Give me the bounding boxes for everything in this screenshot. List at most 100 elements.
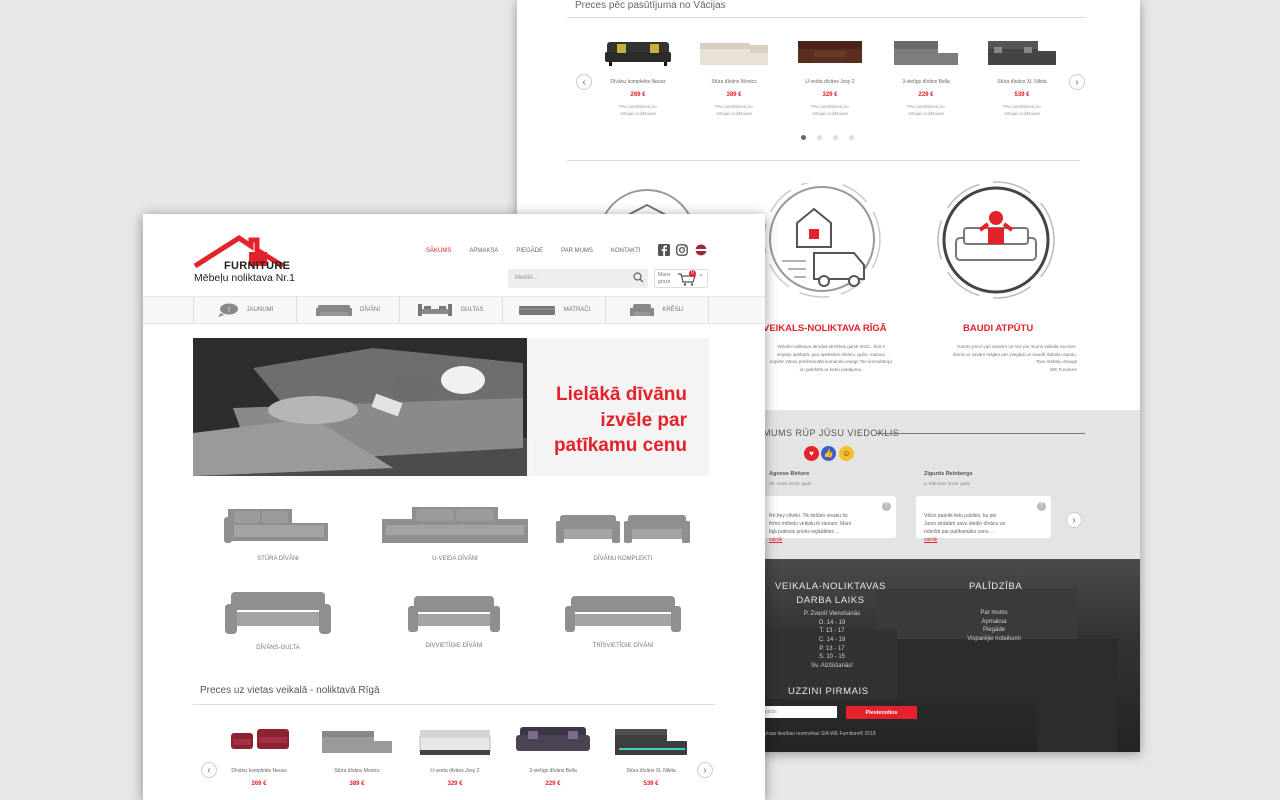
footer-link[interactable]: Piegāde: [954, 626, 1034, 635]
hero-banner[interactable]: Lielākā dīvānu izvēle par patīkamu cenu: [193, 338, 709, 476]
carousel-dot[interactable]: [817, 135, 822, 140]
product-carousel-germany: Dīvānu komplekts Neuss 269 € Pēc pasūtīj…: [590, 30, 1070, 118]
sofa-type-label: DĪVĀNU KOMPLEKTI: [593, 556, 653, 562]
product-card[interactable]: Stūra dīvāns XL Nikita 539 €: [602, 719, 700, 787]
logo-badge: WE: [345, 250, 357, 257]
cart-label: Mans grozs: [658, 272, 671, 285]
footer-link[interactable]: Visparējie noteikumi: [954, 635, 1034, 644]
carousel-dot[interactable]: [849, 135, 854, 140]
nav-item-contacts[interactable]: KONTAKTI: [611, 248, 641, 254]
review-text: Vēlos pateikt lielu paldies, ka pie Jums…: [924, 513, 1006, 535]
corner-sofa-dark-icon: [974, 30, 1070, 74]
corner-sofa-grey-icon: [308, 719, 406, 763]
product-note: Pēc pasūtījuma no Vācijas noliktavas: [907, 104, 945, 116]
sofa-type-set[interactable]: DĪVĀNU KOMPLEKTI: [553, 509, 693, 562]
product-price: 539 €: [643, 781, 659, 787]
review-more-link[interactable]: vairāk: [769, 537, 782, 543]
category-label: DĪVĀNI: [359, 307, 380, 313]
category-news[interactable]: ! JAUNUMI: [193, 297, 296, 323]
hours-line: O. 14 - 19: [818, 619, 846, 626]
section-title-riga: Preces uz vietas veikalā - noliktavā Rīg…: [200, 685, 380, 696]
product-name: Dīvānu komplekts Neuss: [610, 79, 666, 85]
divider: [567, 17, 1086, 18]
product-card[interactable]: Stūra dīvāns Monics 389 €: [308, 719, 406, 787]
product-card[interactable]: 3-vietīgs dīvāns Bella 229 €: [504, 719, 602, 787]
facebook-icon: f: [882, 502, 891, 511]
nav-item-payment[interactable]: APMAKSA: [469, 248, 498, 254]
feature-title: BAUDI ATPŪTU: [963, 323, 1034, 334]
hero-line: izvēle par: [600, 409, 687, 431]
reviews-next-button[interactable]: ›: [1066, 512, 1082, 528]
search-input[interactable]: Meklēt...: [508, 269, 648, 288]
sofa-type-corner[interactable]: STŪRA DĪVĀNI: [218, 501, 338, 562]
category-sofas[interactable]: DĪVĀNI: [296, 297, 399, 323]
newsletter-email-field[interactable]: epasts: [760, 706, 837, 718]
heart-reaction-icon[interactable]: ♥: [804, 446, 819, 461]
review-more-link[interactable]: vairāk: [924, 537, 937, 543]
sofa-type-label: STŪRA DĪVĀNI: [257, 556, 299, 562]
review-date: 6. februāris 2018. gads: [924, 481, 971, 486]
footer-hours-list: P. Zvanīt Vienošanās O. 14 - 19 T. 13 - …: [792, 610, 872, 671]
product-name: Stūra dīvāns Monics: [711, 79, 757, 85]
carousel-next-button[interactable]: ›: [1069, 74, 1085, 90]
product-price: 229 €: [545, 781, 561, 787]
category-mattresses[interactable]: MATRAČI: [502, 297, 605, 323]
sofa-set-icon: [556, 515, 690, 543]
category-armchairs[interactable]: KRĒSLI: [605, 297, 709, 323]
u-sofa-brown-icon: [782, 30, 878, 74]
sofa-set-red-icon: [210, 719, 308, 763]
category-label: MATRAČI: [563, 307, 591, 313]
smile-reaction-icon[interactable]: ☺: [839, 446, 854, 461]
section-title-germany: Preces pēc pasūtījuma no Vācijas: [575, 0, 726, 11]
sofa-type-u[interactable]: U-VEIDA DĪVĀNI: [375, 501, 535, 562]
product-card[interactable]: U-veida dīvāns Josy 2 329 €: [406, 719, 504, 787]
sofa-purple-icon: [504, 719, 602, 763]
product-name: Dīvānu komplekts Neuss: [231, 768, 287, 774]
product-card[interactable]: 3-vietīgs dīvāns Bella 229 € Pēc pasūtīj…: [878, 30, 974, 118]
two-seat-sofa-icon: [408, 596, 500, 632]
sofa-icon: [315, 305, 352, 316]
product-card[interactable]: U-veida dīvāns Josy 2 329 € Pēc pasūtīju…: [782, 30, 878, 118]
product-price: 389 €: [726, 92, 742, 98]
instagram-icon[interactable]: [676, 244, 688, 256]
category-beds[interactable]: GULTAS: [399, 297, 502, 323]
corner-sofa-led-icon: [602, 719, 700, 763]
sofa-type-label: TRĪSVIETĪGIE DĪVĀNI: [592, 643, 654, 649]
sofa-type-two-seat[interactable]: DIVVIETĪGIE DĪVĀNI: [398, 594, 510, 649]
product-card[interactable]: Dīvānu komplekts Neuss 269 €: [210, 719, 308, 787]
corner-sofa-icon: [224, 509, 328, 543]
like-reaction-icon[interactable]: 👍: [821, 446, 836, 461]
search-icon[interactable]: [633, 272, 644, 283]
carousel-dot[interactable]: [833, 135, 838, 140]
logo-brand: FURNITURE: [224, 260, 291, 272]
carousel-next-button[interactable]: ›: [697, 762, 713, 778]
armchair-icon: [630, 304, 655, 316]
product-name: Stūra dīvāns Monics: [334, 768, 380, 774]
nav-item-about[interactable]: PAR MUMS: [561, 248, 593, 254]
footer-link[interactable]: Par mums: [954, 609, 1034, 618]
hero-line: Lielākā dīvānu: [556, 384, 687, 405]
divider: [877, 433, 1085, 434]
u-sofa-white-icon: [406, 719, 504, 763]
nav-item-home[interactable]: SĀKUMS: [426, 248, 451, 254]
carousel-dot[interactable]: [801, 135, 806, 140]
reviewer-name: Agnese Birkere: [769, 471, 810, 477]
latvia-flag-icon[interactable]: [695, 244, 707, 256]
footer-help-title: PALĪDZĪBA: [969, 581, 1023, 592]
divider: [567, 160, 1080, 161]
nav-item-delivery[interactable]: PIEGĀDE: [516, 248, 543, 254]
product-card[interactable]: Stūra dīvāns XL Nikita 539 € Pēc pasūtīj…: [974, 30, 1070, 118]
newsletter-submit-button[interactable]: Pievienoties: [846, 706, 917, 719]
facebook-icon[interactable]: [658, 244, 670, 256]
sofa-type-sofabed[interactable]: DĪVĀNS-GULTA: [220, 590, 336, 651]
cart-button[interactable]: Mans grozs 0 ⌄: [654, 269, 708, 288]
product-card[interactable]: Dīvānu komplekts Neuss 269 € Pēc pasūtīj…: [590, 30, 686, 118]
product-note: Pēc pasūtījuma no Vācijas noliktavas: [619, 104, 657, 116]
product-name: Stūra dīvāns XL Nikita: [626, 768, 676, 774]
product-name: U-veida dīvāns Josy 2: [805, 79, 855, 85]
hours-line: S. 10 - 15: [818, 654, 845, 661]
product-card[interactable]: Stūra dīvāns Monics 389 € Pēc pasūtījuma…: [686, 30, 782, 118]
footer-link[interactable]: Apmaksa: [954, 618, 1034, 627]
sofa-type-three-seat[interactable]: TRĪSVIETĪGIE DĪVĀNI: [563, 594, 683, 649]
svg-text:!: !: [228, 307, 230, 314]
